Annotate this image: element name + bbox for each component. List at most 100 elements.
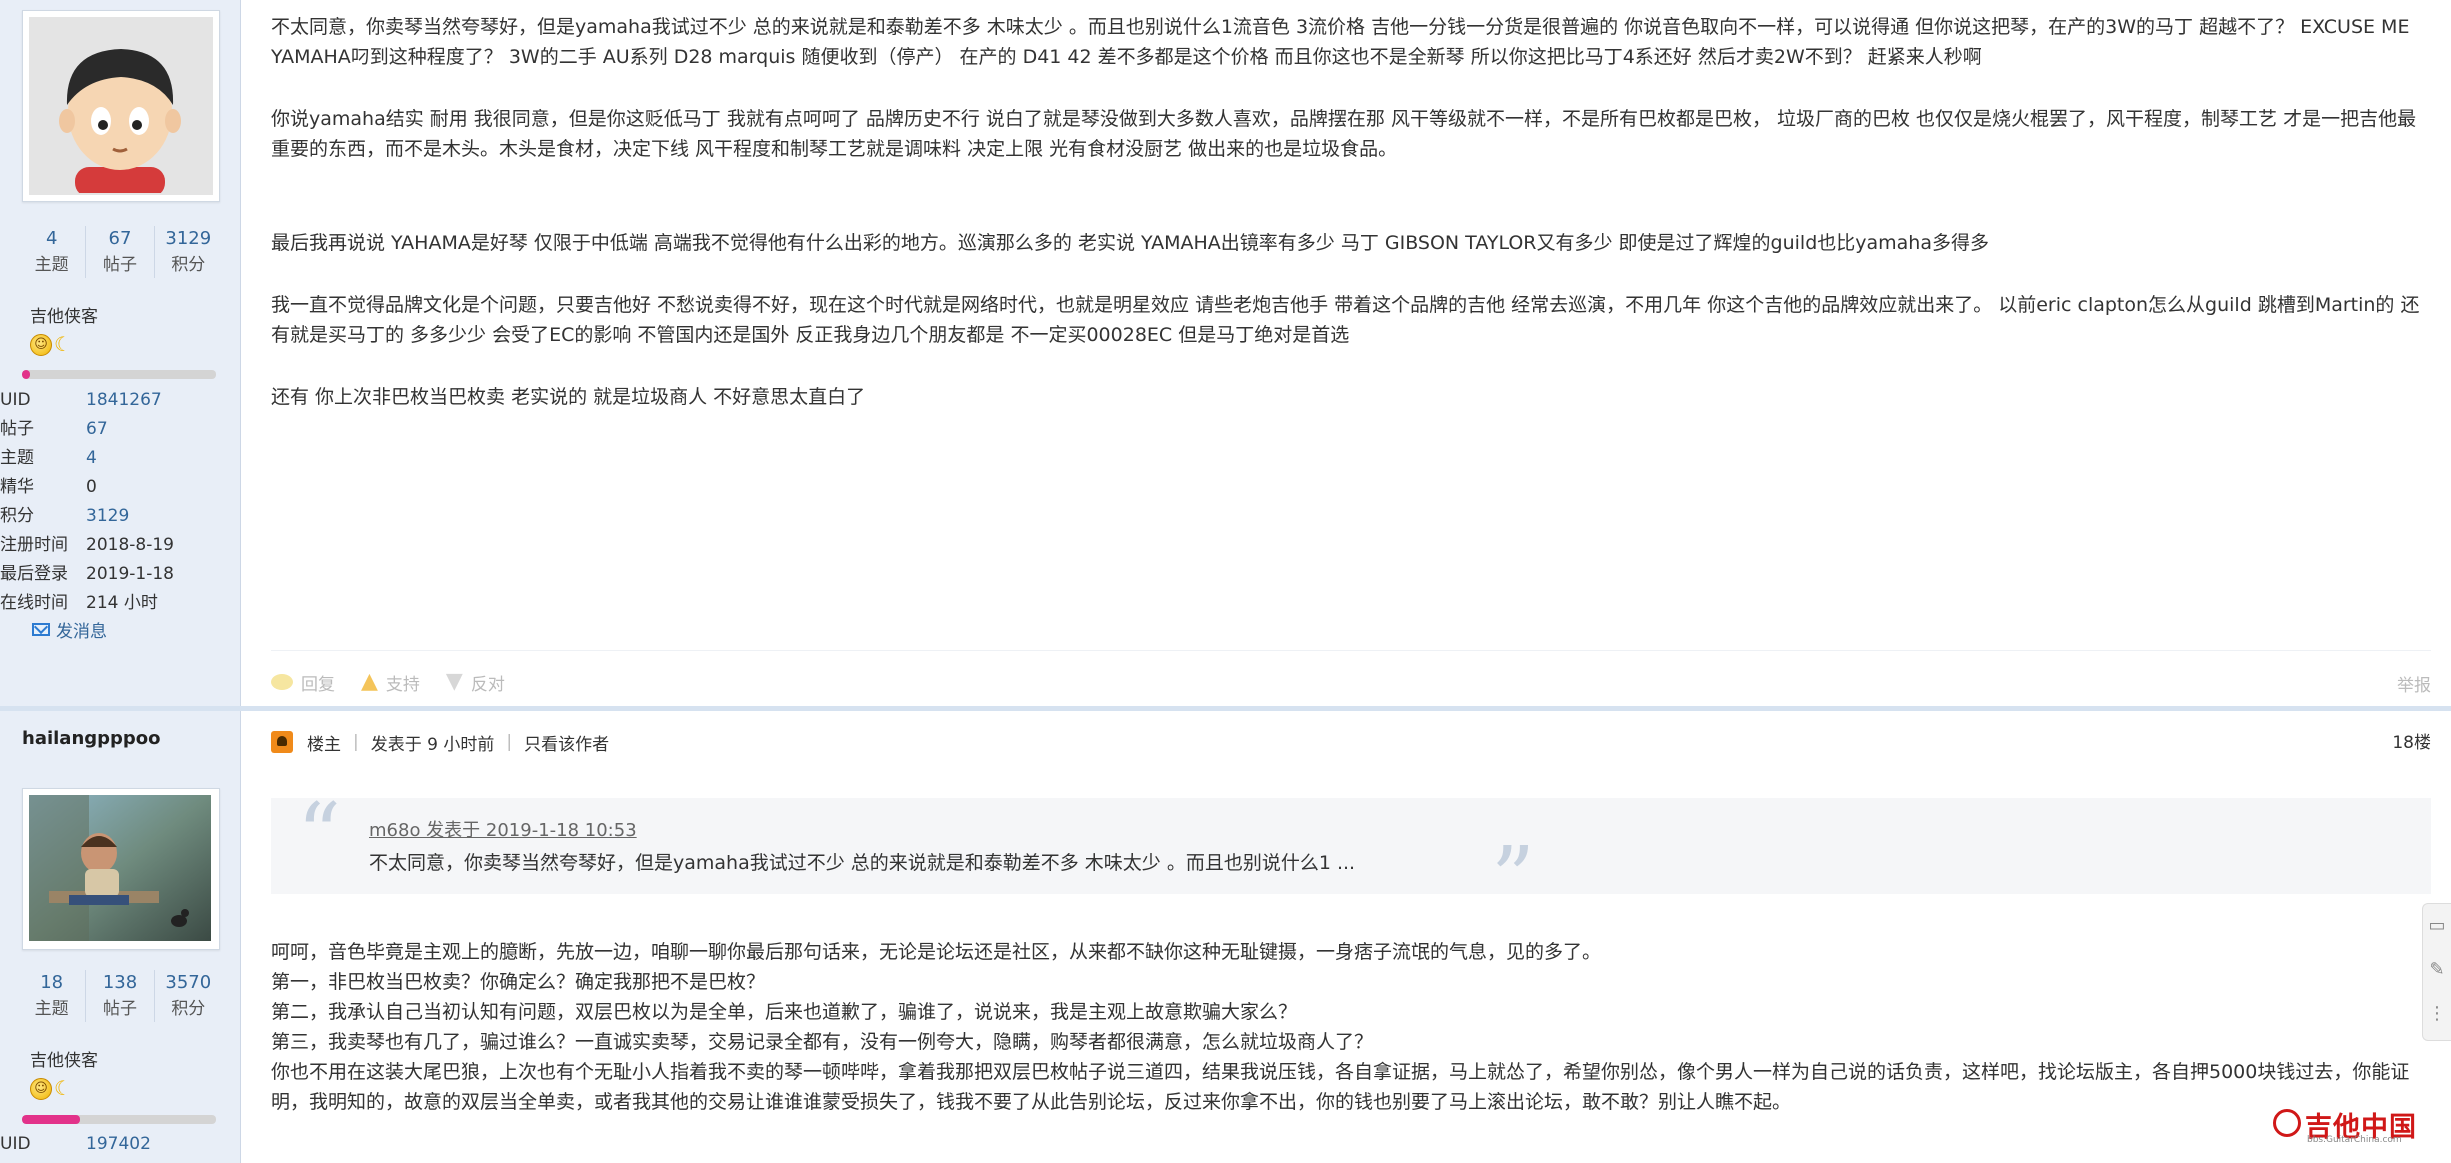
info-row-posts: 帖子 67 xyxy=(0,415,240,444)
comment-icon[interactable]: ▭ xyxy=(2423,904,2451,948)
user-rank: 吉他侠客 xyxy=(30,307,98,327)
post-text: 第二，我承认自己当初认知有问题，双层巴枚以为是全单，后来也道歉了，骗谁了，说说来… xyxy=(271,1001,1298,1023)
photo-avatar-image xyxy=(29,795,211,941)
stat-label: 积分 xyxy=(171,255,206,275)
user-rank: 吉他侠客 xyxy=(30,1051,98,1071)
quote-author-link[interactable]: m68o 发表于 2019-1-18 10:53 xyxy=(369,816,637,842)
info-key: 在线时间 xyxy=(0,593,68,613)
level-progress-bar xyxy=(22,1115,216,1124)
post-text: 你说yamaha结实 耐用 我很同意，但是你这贬低马丁 我就有点呵呵了 品牌历史… xyxy=(271,108,2417,160)
cartoon-avatar-image xyxy=(29,17,211,195)
oppose-button[interactable]: ▼ 反对 xyxy=(446,670,505,695)
post-text: 第一，非巴枚当巴枚卖？你确定么？确定我那把不是巴枚？ xyxy=(271,971,766,993)
post-paragraph: 最后我再说说 YAHAMA是好琴 仅限于中低端 高端我不觉得他有什么出彩的地方。… xyxy=(271,228,2431,258)
floating-toolbar: ▭ ✎ ⋮ xyxy=(2422,903,2451,1041)
stat-posts[interactable]: 67 帖子 xyxy=(86,226,155,278)
support-label: 支持 xyxy=(385,674,420,695)
separator: | xyxy=(353,732,359,752)
info-value: 2019-1-18 xyxy=(86,564,174,584)
post-text: 第三，我卖琴也有几了，骗过谁么？一直诚实卖琴，交易记录全都有，没有一例夸大，隐瞒… xyxy=(271,1031,1374,1053)
reply-button[interactable]: 回复 xyxy=(271,670,335,695)
info-row-digest: 精华 0 xyxy=(0,473,240,502)
post-paragraph: 不太同意，你卖琴当然夸琴好，但是yamaha我试过不少 总的来说就是和泰勒差不多… xyxy=(271,12,2431,72)
oppose-label: 反对 xyxy=(470,674,505,695)
separator: | xyxy=(506,732,513,752)
only-author-link[interactable]: 只看该作者 xyxy=(524,730,609,755)
support-button[interactable]: ▲ 支持 xyxy=(361,670,420,695)
stat-label: 帖子 xyxy=(102,255,137,275)
quote-block: “ m68o 发表于 2019-1-18 10:53 不太同意，你卖琴当然夸琴好… xyxy=(271,792,2431,922)
edit-icon[interactable]: ✎ xyxy=(2423,948,2451,992)
info-row-credits: 积分 3129 xyxy=(0,502,240,531)
info-value[interactable]: 1841267 xyxy=(86,386,162,415)
stat-label: 积分 xyxy=(171,999,206,1019)
post-paragraph: 我一直不觉得品牌文化是个问题，只要吉他好 不愁说卖得不好，现在这个时代就是网络时… xyxy=(271,290,2431,350)
watermark-url: bbs.GuitarChina.com xyxy=(2307,1135,2402,1145)
stat-label: 主题 xyxy=(34,255,69,275)
stat-label: 主题 xyxy=(34,999,69,1019)
info-value[interactable]: 4 xyxy=(86,444,97,473)
post-text: 你也不用在这装大尾巴狼，上次也有个无耻小人指着我不卖的琴一顿哔哔，拿着我那把双层… xyxy=(271,1061,2410,1113)
post-body: 呵呵，音色毕竟是主观上的臆断，先放一边，咱聊一聊你最后那句话来，无论是论坛还是社… xyxy=(271,937,2431,1117)
stat-posts[interactable]: 138 帖子 xyxy=(86,970,155,1022)
post-paragraph: 你说yamaha结实 耐用 我很同意，但是你这贬低马丁 我就有点呵呵了 品牌历史… xyxy=(271,104,2431,164)
info-key: UID xyxy=(0,390,31,410)
author-info: UID 1841267 帖子 67 主题 4 精华 0 积分 3129 注册时间 2018-… xyxy=(0,386,240,618)
moon-medal-icon: ☾ xyxy=(54,1076,72,1100)
info-key: 主题 xyxy=(0,448,34,468)
stat-credits[interactable]: 3129 积分 xyxy=(155,226,222,278)
guitar-logo-icon xyxy=(2273,1109,2301,1137)
stat-value[interactable]: 67 xyxy=(86,226,153,252)
info-key: 积分 xyxy=(0,506,34,526)
author-info: UID 197402 xyxy=(0,1130,240,1159)
info-value: 2018-8-19 xyxy=(86,535,174,555)
info-value[interactable]: 67 xyxy=(86,415,108,444)
stat-value[interactable]: 3129 xyxy=(155,226,222,252)
stat-value[interactable]: 18 xyxy=(18,970,85,996)
stat-value[interactable]: 4 xyxy=(18,226,85,252)
stat-value[interactable]: 138 xyxy=(86,970,153,996)
post-header: 楼主 | 发表于 9 小时前 | 只看该作者 18楼 xyxy=(271,728,2431,756)
avatar[interactable] xyxy=(22,788,220,950)
send-message-link[interactable]: 发消息 xyxy=(32,617,107,642)
info-row-uid: UID 1841267 xyxy=(0,386,240,415)
report-link[interactable]: 举报 xyxy=(2397,671,2431,696)
reply-bubble-icon xyxy=(271,674,293,690)
stat-label: 帖子 xyxy=(102,999,137,1019)
open-quote-icon: “ xyxy=(297,785,341,885)
info-value: 214 小时 xyxy=(86,593,158,613)
author-username[interactable]: hailangpppoo xyxy=(22,728,161,749)
post-time: 发表于 9 小时前 xyxy=(370,734,495,755)
thumbs-down-icon: ▼ xyxy=(445,669,463,694)
level-progress-fill xyxy=(22,370,30,379)
info-key: 注册时间 xyxy=(0,535,68,555)
info-value[interactable]: 3129 xyxy=(86,502,129,531)
info-value: 0 xyxy=(86,477,97,497)
info-value[interactable]: 197402 xyxy=(86,1130,151,1159)
stat-threads[interactable]: 4 主题 xyxy=(18,226,87,278)
stat-value[interactable]: 3570 xyxy=(155,970,222,996)
stat-threads[interactable]: 18 主题 xyxy=(18,970,87,1022)
info-key: 精华 xyxy=(0,477,34,497)
info-key: 帖子 xyxy=(0,419,34,439)
thumbs-up-icon: ▲ xyxy=(361,669,378,694)
info-row-threads: 主题 4 xyxy=(0,444,240,473)
post-text: 还有 你上次非巴枚当巴枚卖 老实说的 就是垃圾商人 不好意思太直白了 xyxy=(271,386,866,408)
info-key: UID xyxy=(0,1134,31,1154)
stat-credits[interactable]: 3570 积分 xyxy=(155,970,222,1022)
site-watermark: 吉他中国 bbs.GuitarChina.com xyxy=(2273,1105,2433,1145)
author-stats: 4 主题 67 帖子 3129 积分 xyxy=(18,226,222,278)
post-paragraph: 还有 你上次非巴枚当巴枚卖 老实说的 就是垃圾商人 不好意思太直白了 xyxy=(271,382,2431,412)
thread-owner-icon xyxy=(271,731,293,753)
post-text: 最后我再说说 YAHAMA是好琴 仅限于中低端 高端我不觉得他有什么出彩的地方。… xyxy=(271,232,1989,254)
info-row-last-login: 最后登录 2019-1-18 xyxy=(0,560,240,589)
post-text: 我一直不觉得品牌文化是个问题，只要吉他好 不愁说卖得不好，现在这个时代就是网络时… xyxy=(271,294,2420,346)
floor-number[interactable]: 18楼 xyxy=(2392,728,2431,753)
info-row-registered: 注册时间 2018-8-19 xyxy=(0,531,240,560)
level-progress-bar xyxy=(22,370,216,379)
rank-medals: ☺ ☾ xyxy=(30,334,74,356)
avatar[interactable] xyxy=(22,10,220,202)
sun-medal-icon: ☺ xyxy=(30,334,52,356)
more-icon[interactable]: ⋮ xyxy=(2423,992,2451,1036)
reply-label: 回复 xyxy=(301,674,335,695)
